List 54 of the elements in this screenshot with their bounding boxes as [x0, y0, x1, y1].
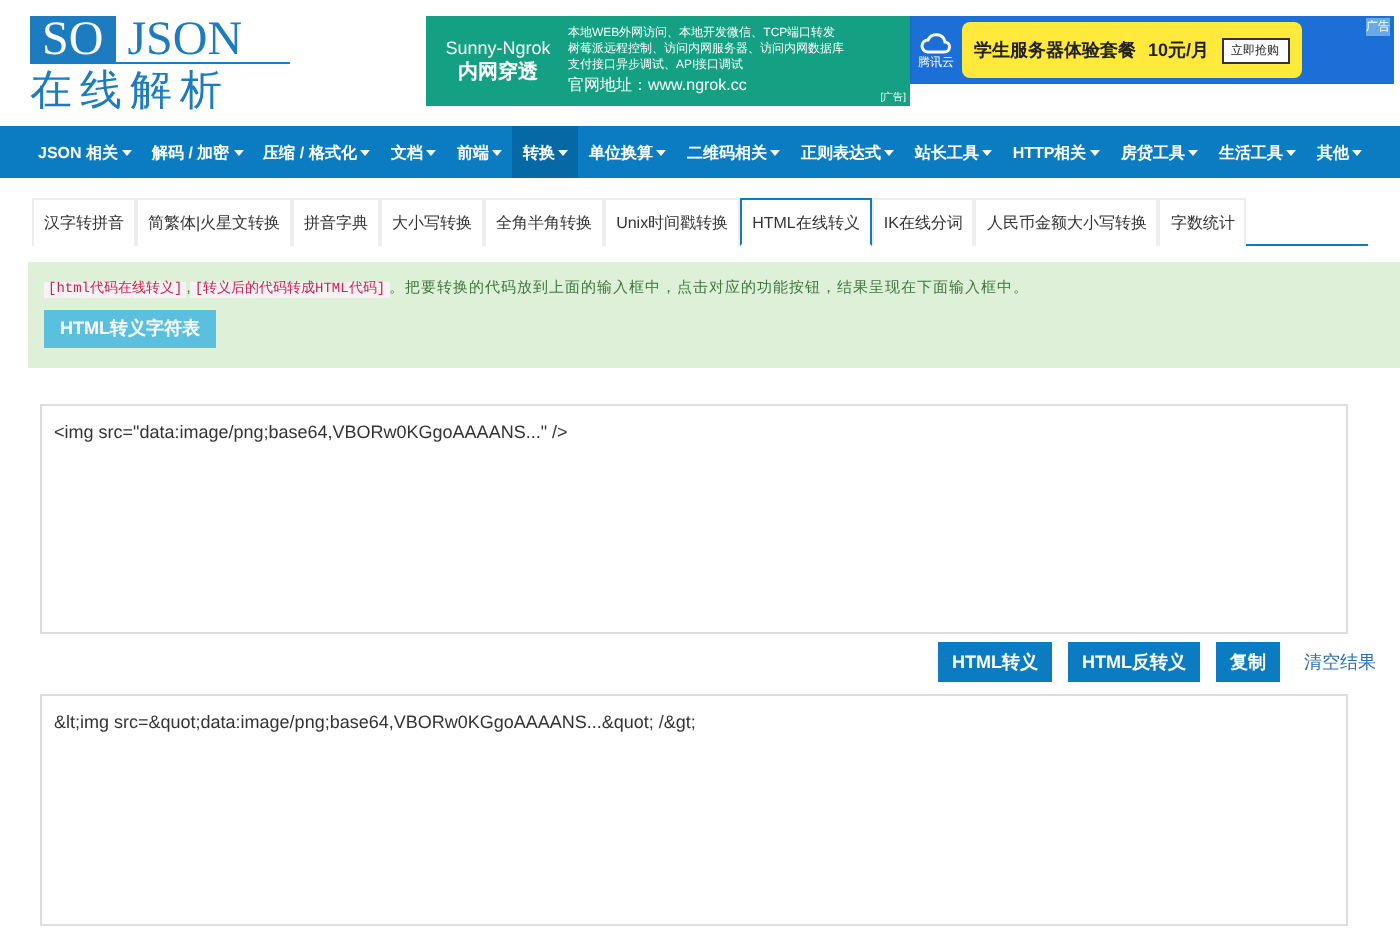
- nav-menu-item[interactable]: 其他: [1306, 126, 1373, 178]
- action-button[interactable]: HTML反转义: [1068, 642, 1200, 682]
- ad-headline: 学生服务器体验套餐: [974, 37, 1136, 63]
- caret-icon: [656, 149, 667, 155]
- caret-icon: [1188, 149, 1199, 155]
- nav-menu-item[interactable]: 房贷工具: [1110, 126, 1209, 178]
- cloud-icon: [920, 29, 952, 53]
- tool-tab[interactable]: IK在线分词: [871, 198, 975, 246]
- logo-text: SO: [30, 16, 116, 62]
- tool-tab[interactable]: 人民币金额大小写转换: [974, 198, 1159, 246]
- caret-icon: [360, 149, 371, 155]
- logo[interactable]: SO JSON 在线解析: [30, 16, 290, 116]
- nav-menu-item[interactable]: 转换: [512, 126, 579, 178]
- tool-tab[interactable]: 拼音字典: [292, 198, 381, 246]
- tool-tab[interactable]: 简繁体|火星文转换: [136, 198, 293, 246]
- caret-icon: [492, 149, 503, 155]
- tool-tab[interactable]: 全角半角转换: [484, 198, 605, 246]
- nav-menu-item[interactable]: 压缩 / 格式化: [253, 126, 381, 178]
- ad-title: Sunny-Ngrok: [445, 37, 551, 57]
- caret-icon: [1286, 149, 1297, 155]
- nav-menu-item[interactable]: 前端: [446, 126, 513, 178]
- input-field[interactable]: <img src="data:image/png;base64,VBORw0KGgoAAAANS..." />: [40, 404, 1348, 634]
- nav-menu-item[interactable]: 站长工具: [904, 126, 1003, 178]
- caret-icon: [426, 149, 437, 155]
- caret-icon: [770, 149, 781, 155]
- tool-tab[interactable]: 大小写转换: [380, 198, 485, 246]
- caret-icon: [1090, 149, 1101, 155]
- tool-tab[interactable]: HTML在线转义: [740, 198, 872, 246]
- ad-url: 官网地址：www.ngrok.cc: [568, 74, 749, 96]
- caret-icon: [233, 149, 244, 155]
- logo-subtitle: 在线解析: [30, 64, 232, 116]
- caret-icon: [1352, 149, 1363, 155]
- tool-tab[interactable]: Unix时间戳转换: [604, 198, 741, 246]
- action-button[interactable]: HTML转义: [938, 642, 1052, 682]
- nav-menu-item[interactable]: 单位换算: [578, 126, 677, 178]
- ad-subtitle: 内网穿透: [458, 57, 538, 85]
- nav-menu-item[interactable]: HTTP相关: [1002, 126, 1111, 178]
- nav-menu-item[interactable]: 生活工具: [1208, 126, 1307, 178]
- nav-menu-item[interactable]: 正则表达式: [790, 126, 905, 178]
- nav-menu-item[interactable]: 解码 / 加密: [142, 126, 254, 178]
- caret-icon: [122, 149, 133, 155]
- output-field[interactable]: &lt;img src=&quot;data:image/png;base64,VBORw0KGgoAAAANS...&quot; /&gt;: [40, 694, 1348, 926]
- tool-tab[interactable]: 汉字转拼音: [32, 198, 136, 246]
- ad-price: 10元/月: [1148, 37, 1210, 63]
- logo-text: JSON: [125, 16, 243, 62]
- caret-icon: [884, 149, 895, 155]
- tool-tab[interactable]: 字数统计: [1158, 198, 1247, 246]
- nav-menu-item[interactable]: JSON 相关: [28, 126, 143, 178]
- caret-icon: [558, 149, 569, 155]
- nav-menu-item[interactable]: 文档: [380, 126, 447, 178]
- nav-menu-item[interactable]: 二维码相关: [676, 126, 791, 178]
- action-button[interactable]: 复制: [1216, 642, 1280, 682]
- clear-link[interactable]: 清空结果: [1304, 649, 1376, 675]
- caret-icon: [982, 149, 993, 155]
